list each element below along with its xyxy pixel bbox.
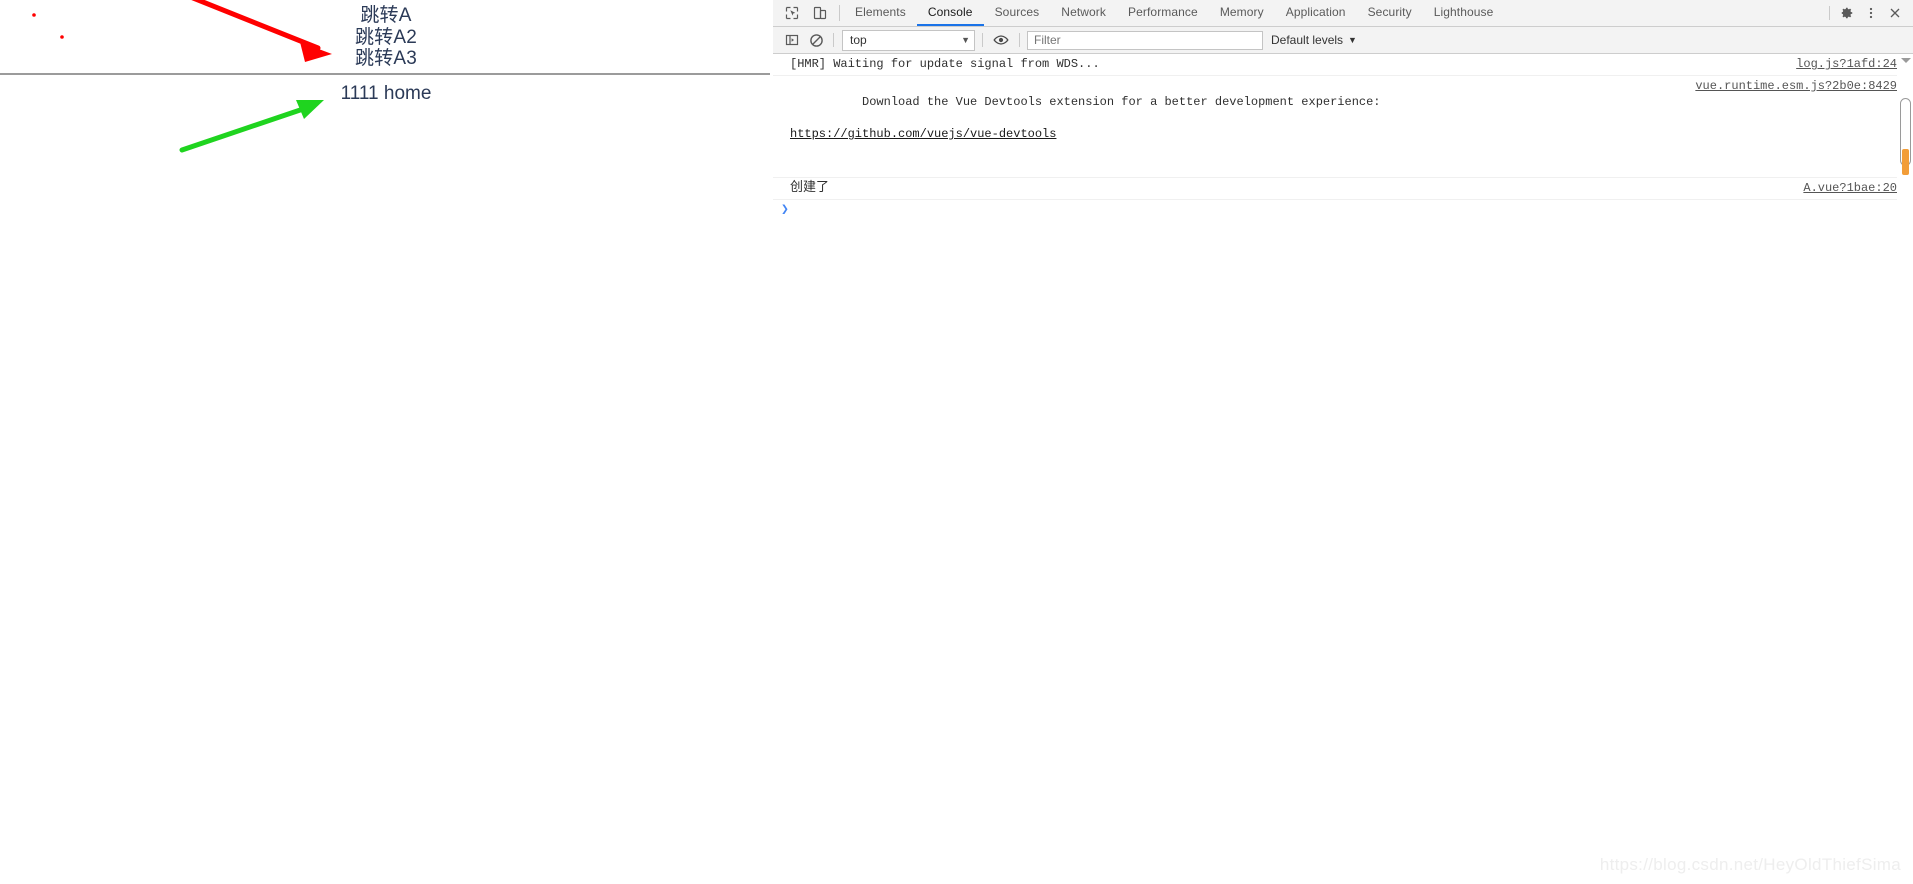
router-link-list: 跳转A 跳转A2 跳转A3 [0, 0, 772, 70]
console-sidebar-icon[interactable] [781, 30, 803, 50]
chevron-down-icon: ▼ [961, 35, 970, 45]
more-vertical-icon[interactable] [1860, 3, 1882, 23]
tab-security[interactable]: Security [1357, 0, 1423, 26]
watermark: https://blog.csdn.net/HeyOldThiefSima [1600, 855, 1901, 875]
console-message-text-block: Download the Vue Devtools extension for … [790, 78, 1381, 174]
console-message-text: 创建了 [790, 180, 829, 196]
console-context-select[interactable]: top ▼ [842, 30, 975, 51]
vue-devtools-link[interactable]: https://github.com/vuejs/vue-devtools [790, 126, 1381, 142]
green-arrow-annotation [182, 100, 324, 150]
console-message-list[interactable]: [HMR] Waiting for update signal from WDS… [773, 54, 1913, 884]
annotation-overlay [0, 0, 772, 884]
tab-network[interactable]: Network [1050, 0, 1117, 26]
tab-application[interactable]: Application [1275, 0, 1357, 26]
console-message-row: Download the Vue Devtools extension for … [773, 76, 1913, 178]
console-prompt[interactable]: ❯ [773, 200, 1913, 217]
devtools-left-icons [773, 0, 835, 26]
devtools-panel: Elements Console Sources Network Perform… [772, 0, 1913, 884]
console-toolbar: top ▼ Default levels ▼ [773, 27, 1913, 54]
tab-memory[interactable]: Memory [1209, 0, 1275, 26]
console-levels-label: Default levels [1271, 33, 1343, 47]
tab-performance[interactable]: Performance [1117, 0, 1209, 26]
scrollbar-warning-marker [1902, 149, 1909, 175]
tab-lighthouse[interactable]: Lighthouse [1423, 0, 1505, 26]
console-scrollbar[interactable] [1897, 54, 1913, 884]
tab-console[interactable]: Console [917, 0, 984, 26]
tab-elements[interactable]: Elements [844, 0, 917, 26]
console-message-row: [HMR] Waiting for update signal from WDS… [773, 54, 1913, 76]
console-message-row-warning: 创建了 A.vue?1bae:20 [773, 178, 1913, 200]
tab-sources[interactable]: Sources [984, 0, 1051, 26]
console-context-value: top [850, 33, 867, 47]
devtools-tabbar: Elements Console Sources Network Perform… [773, 0, 1913, 27]
page-divider [0, 73, 770, 75]
console-message-source[interactable]: A.vue?1bae:20 [1803, 180, 1903, 196]
console-message-source[interactable]: vue.runtime.esm.js?2b0e:8429 [1695, 78, 1903, 94]
toolbar-separator-right [1829, 6, 1830, 20]
router-link-a2[interactable]: 跳转A2 [0, 27, 772, 49]
devtools-right-icons [1825, 0, 1913, 26]
browser-window: 跳转A 跳转A2 跳转A3 1111 home [0, 0, 1913, 884]
gear-icon[interactable] [1836, 3, 1858, 23]
console-message-source[interactable]: log.js?1afd:24 [1796, 56, 1903, 72]
device-toolbar-icon[interactable] [809, 3, 831, 23]
console-toolbar-sep-3 [1019, 33, 1020, 47]
live-expression-eye-icon[interactable] [990, 30, 1012, 50]
console-filter-input[interactable] [1027, 31, 1263, 50]
console-message-text: [HMR] Waiting for update signal from WDS… [790, 56, 1100, 72]
toolbar-separator [839, 5, 840, 21]
router-link-a[interactable]: 跳转A [0, 5, 772, 27]
console-prompt-caret: ❯ [781, 203, 789, 217]
chevron-down-icon-levels: ▼ [1348, 35, 1357, 45]
web-page-viewport: 跳转A 跳转A2 跳转A3 1111 home [0, 0, 772, 884]
console-message-text: Download the Vue Devtools extension for … [862, 95, 1380, 109]
scroll-up-arrow-icon[interactable] [1901, 58, 1911, 63]
inspect-element-icon[interactable] [781, 3, 803, 23]
console-toolbar-sep-2 [982, 33, 983, 47]
console-toolbar-sep-1 [833, 33, 834, 47]
devtools-tab-list: Elements Console Sources Network Perform… [844, 0, 1825, 26]
close-icon[interactable] [1884, 3, 1906, 23]
clear-console-icon[interactable] [805, 30, 827, 50]
home-text: 1111 home [0, 83, 772, 105]
router-link-a3[interactable]: 跳转A3 [0, 48, 772, 70]
console-levels-select[interactable]: Default levels ▼ [1265, 33, 1363, 47]
